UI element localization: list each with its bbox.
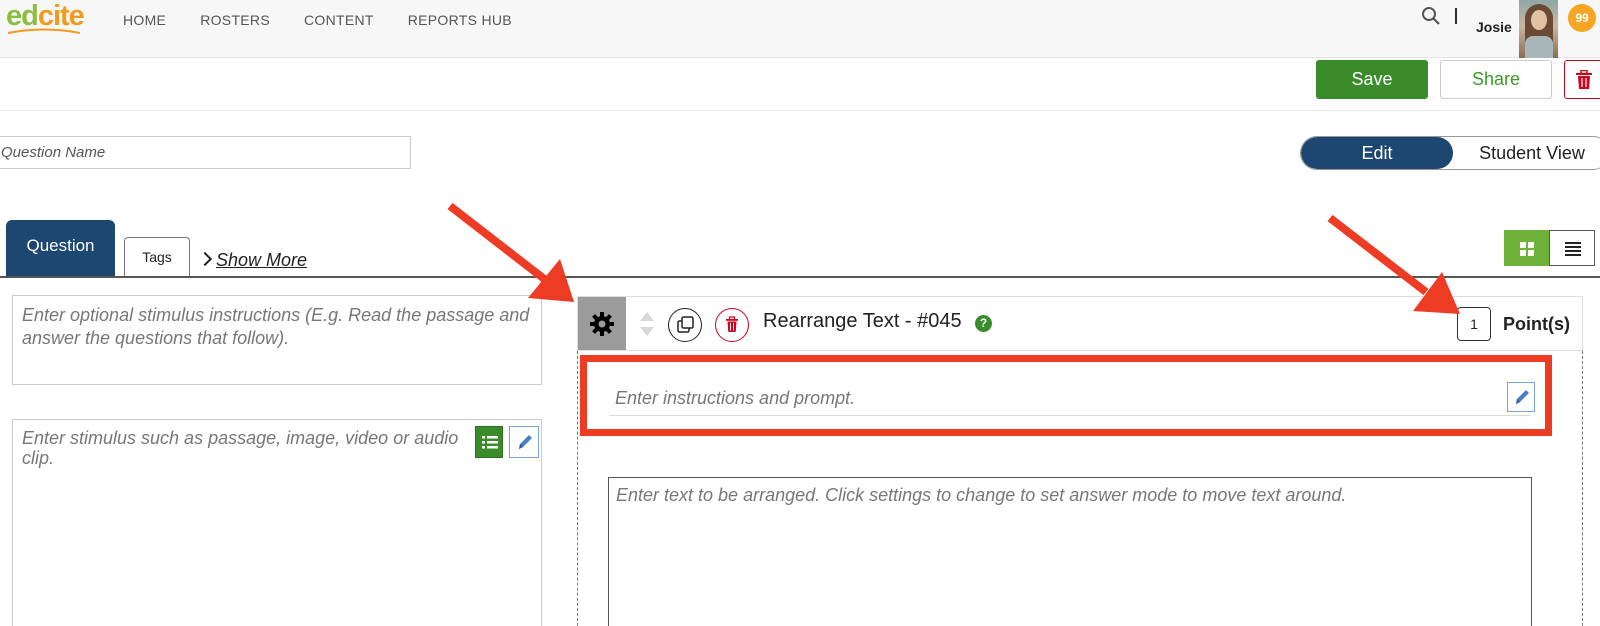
- duplicate-button[interactable]: [668, 308, 702, 342]
- share-button[interactable]: Share: [1440, 60, 1552, 99]
- remove-question-button[interactable]: [715, 308, 749, 342]
- nav-content[interactable]: CONTENT: [304, 12, 374, 28]
- instructions-edit-button[interactable]: [1507, 382, 1535, 412]
- main-nav: HOME ROSTERS CONTENT REPORTS HUB: [123, 12, 546, 28]
- chevron-right-icon: [197, 251, 213, 267]
- search-icon[interactable]: [1421, 6, 1441, 26]
- points-input[interactable]: 1: [1457, 307, 1491, 341]
- top-nav: edcite HOME ROSTERS CONTENT REPORTS HUB …: [0, 0, 1600, 58]
- stimulus-list-button[interactable]: [475, 426, 503, 458]
- nav-divider: [1455, 8, 1457, 24]
- user-name[interactable]: Josie: [1476, 19, 1512, 35]
- question-name-input[interactable]: Question Name: [0, 136, 411, 169]
- tab-divider: [0, 276, 1600, 278]
- nav-home[interactable]: HOME: [123, 12, 166, 28]
- edit-mode-button[interactable]: Edit: [1301, 137, 1453, 169]
- settings-button[interactable]: [578, 297, 626, 350]
- view-toggle: Edit Student View: [1300, 136, 1600, 170]
- grid-icon: [1520, 242, 1534, 256]
- reorder-arrows-icon[interactable]: [638, 311, 656, 337]
- delete-button[interactable]: [1564, 60, 1600, 99]
- copy-icon: [677, 316, 694, 333]
- question-header: Rearrange Text - #045 ? 1 Point(s): [577, 296, 1583, 351]
- save-button[interactable]: Save: [1316, 60, 1428, 99]
- list-icon: [1565, 242, 1581, 256]
- pencil-icon: [1516, 390, 1529, 404]
- tab-question[interactable]: Question: [6, 220, 115, 277]
- student-view-button[interactable]: Student View: [1453, 137, 1600, 169]
- gear-icon: [590, 312, 614, 336]
- stimulus-content-area[interactable]: Enter stimulus such as passage, image, v…: [12, 419, 542, 626]
- grid-view-button[interactable]: [1504, 230, 1549, 266]
- trash-icon: [726, 316, 738, 332]
- help-icon[interactable]: ?: [975, 315, 992, 332]
- tab-tags[interactable]: Tags: [124, 237, 190, 277]
- trash-icon: [1576, 70, 1592, 89]
- show-more-label: Show More: [216, 250, 308, 270]
- logo-swoosh-icon: [7, 28, 81, 34]
- instructions-prompt-input[interactable]: Enter instructions and prompt.: [609, 382, 1531, 416]
- question-title: Rearrange Text - #045: [763, 310, 962, 332]
- arrow-to-settings-icon: [447, 202, 574, 302]
- notification-badge[interactable]: 99: [1568, 4, 1596, 32]
- pencil-icon: [519, 435, 532, 449]
- nav-reports-hub[interactable]: REPORTS HUB: [408, 12, 512, 28]
- nav-rosters[interactable]: ROSTERS: [200, 12, 270, 28]
- stimulus-instructions-input[interactable]: Enter optional stimulus instructions (E.…: [12, 295, 542, 385]
- stimulus-edit-button[interactable]: [509, 426, 539, 458]
- action-bar: Save Share: [0, 58, 1600, 111]
- arrange-text-input[interactable]: Enter text to be arranged. Click setting…: [608, 477, 1532, 626]
- show-more-link[interactable]: Show More: [197, 250, 308, 271]
- points-label: Point(s): [1503, 314, 1570, 334]
- stimulus-content-placeholder: Enter stimulus such as passage, image, v…: [22, 428, 459, 468]
- avatar[interactable]: [1519, 0, 1558, 58]
- list-view-button[interactable]: [1549, 230, 1595, 266]
- instructions-highlight-box: Enter instructions and prompt.: [580, 355, 1552, 436]
- list-icon: [482, 436, 498, 449]
